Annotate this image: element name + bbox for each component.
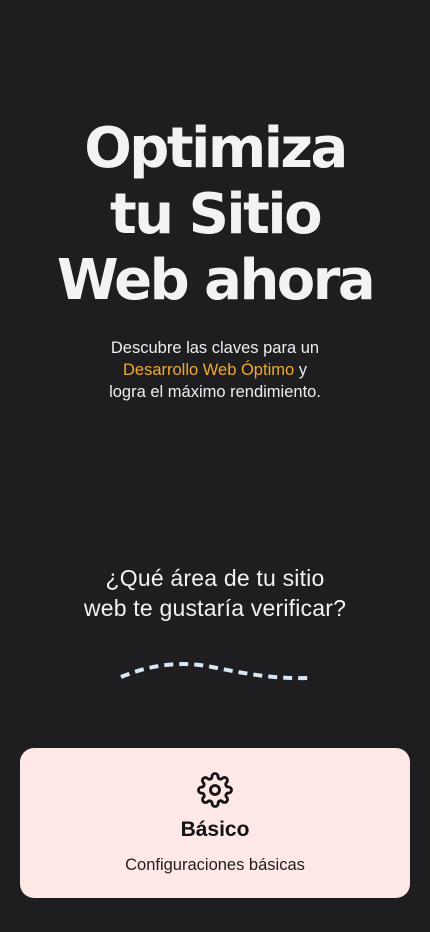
question-line: web te gustaría verificar? <box>83 595 347 621</box>
option-card-basic[interactable]: Básico Configuraciones básicas <box>20 748 410 898</box>
hero-title: Optimiza tu Sitio Web ahora <box>0 116 430 314</box>
gear-icon <box>197 772 233 808</box>
intro-text: Descubre las claves para un Desarrollo W… <box>0 337 430 403</box>
hero-title-line: Optimiza <box>84 116 348 181</box>
hero-title-line: tu Sitio <box>109 182 323 247</box>
hero-title-line: Web ahora <box>56 248 376 313</box>
intro-after-highlight: y <box>294 361 307 379</box>
question-heading: ¿Qué área de tu sitio web te gustaría ve… <box>0 563 430 623</box>
intro-line: Desarrollo Web Óptimo y <box>0 359 430 381</box>
option-card-description: Configuraciones básicas <box>125 856 305 874</box>
option-card-title: Básico <box>180 818 250 841</box>
intro-highlight: Desarrollo Web Óptimo <box>122 361 295 379</box>
intro-line: Descubre las claves para un <box>110 339 320 357</box>
hero-section: Optimiza tu Sitio Web ahora <box>0 116 430 314</box>
squiggle-divider <box>120 662 309 681</box>
question-line: ¿Qué área de tu sitio <box>105 565 325 591</box>
intro-line: logra el máximo rendimiento. <box>109 383 321 401</box>
